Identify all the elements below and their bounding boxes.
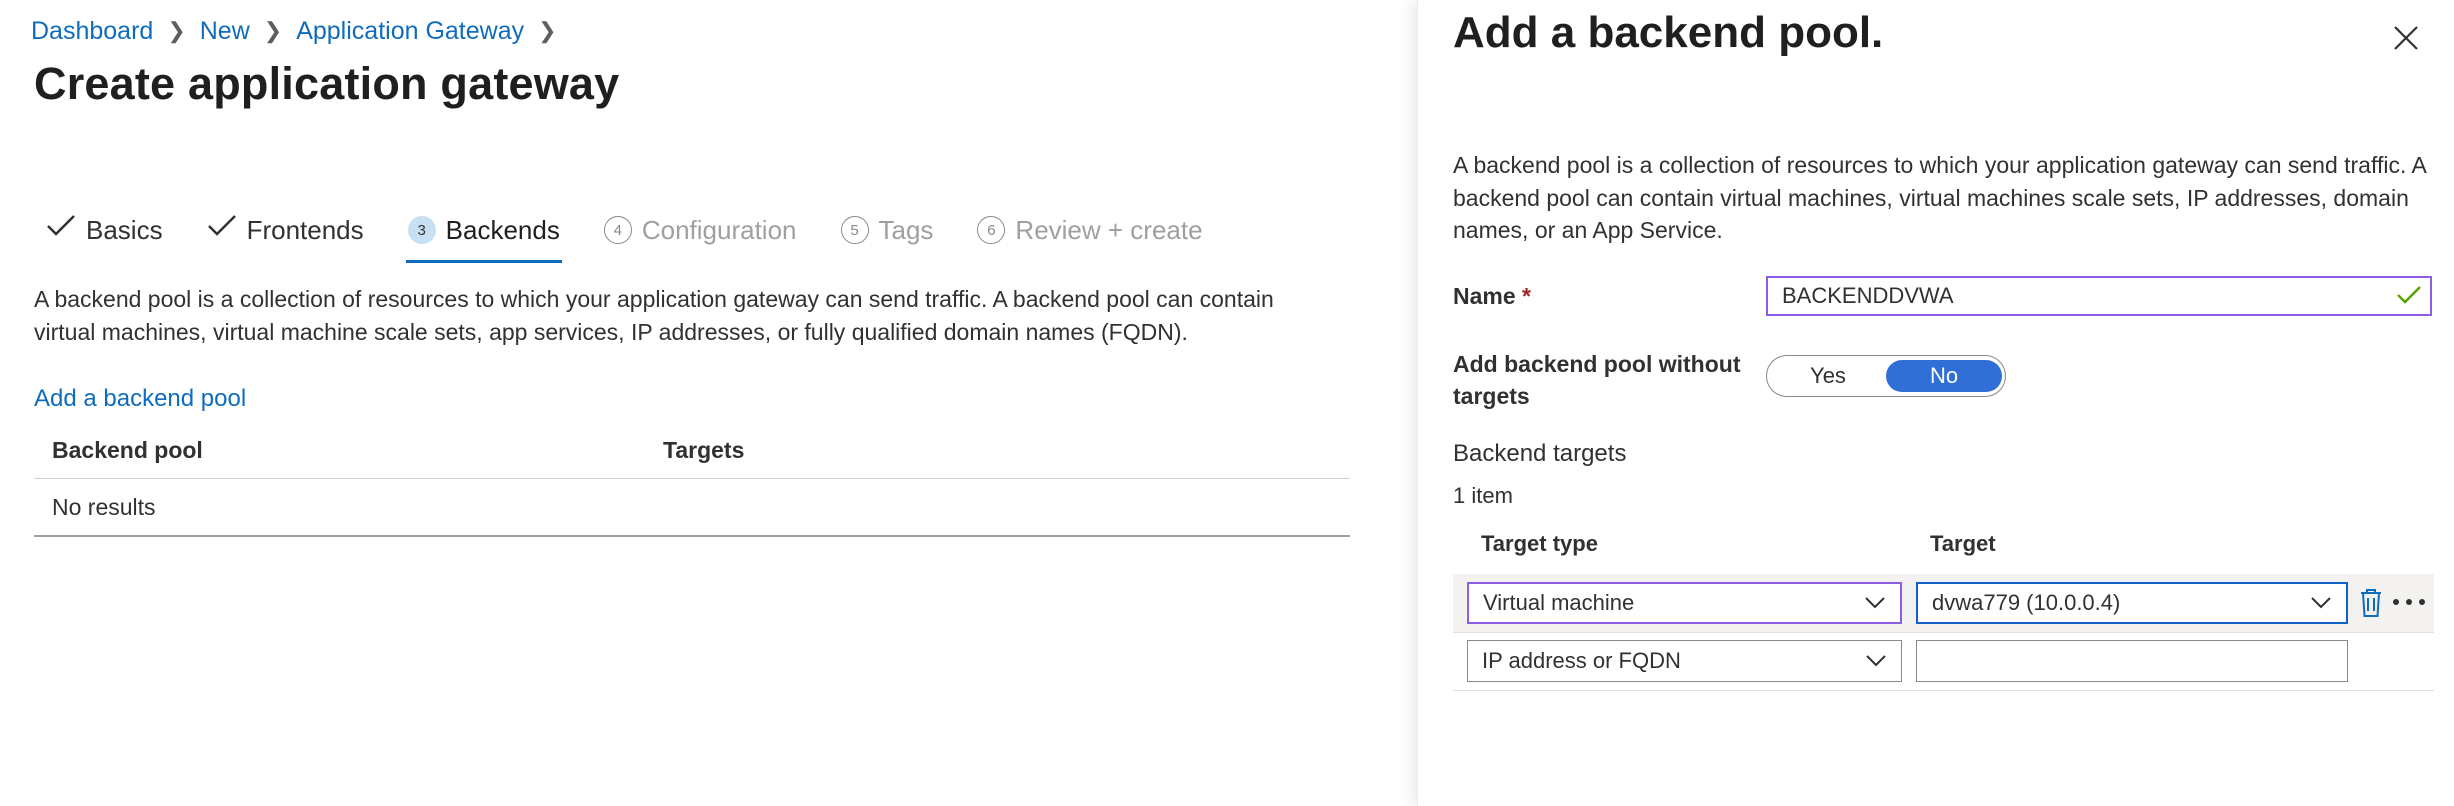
target-input[interactable] (1916, 640, 2348, 682)
breadcrumb-dashboard[interactable]: Dashboard (31, 17, 153, 46)
chevron-right-icon: ❯ (538, 18, 557, 43)
table-header: Backend pool Targets (34, 423, 1350, 479)
tab-label: Backends (445, 214, 560, 245)
page-title: Create application gateway (34, 58, 620, 109)
chevron-down-icon (2311, 597, 2331, 609)
chevron-right-icon: ❯ (263, 18, 283, 43)
tab-backends[interactable]: 3 Backends (405, 205, 563, 263)
more-options-button[interactable] (2392, 590, 2428, 614)
wizard-tabs: Basics Frontends 3 Backends 4 Configurat… (46, 205, 1247, 263)
breadcrumb-application-gateway[interactable]: Application Gateway (296, 17, 524, 46)
toggle-no[interactable]: No (1886, 360, 2002, 392)
checkmark-icon (2396, 284, 2422, 311)
target-type-value: IP address or FQDN (1482, 648, 1681, 673)
chevron-right-icon: ❯ (167, 18, 186, 43)
more-icon (2393, 599, 2425, 605)
tab-label: Basics (86, 214, 163, 245)
tab-label: Frontends (246, 214, 364, 245)
close-icon (2394, 26, 2418, 50)
backend-pool-table: Backend pool Targets No results (34, 423, 1350, 537)
panel-title: Add a backend pool. (1453, 8, 1884, 57)
add-backend-pool-link[interactable]: Add a backend pool (34, 385, 246, 413)
delete-row-button[interactable] (2359, 588, 2383, 623)
name-input[interactable] (1766, 276, 2432, 316)
column-backend-pool[interactable]: Backend pool (34, 437, 663, 464)
without-targets-label: Add backend pool without targets (1453, 351, 1741, 409)
backends-description: A backend pool is a collection of resour… (34, 286, 1274, 345)
target-type-value: Virtual machine (1483, 590, 1635, 615)
tab-configuration[interactable]: 4 Configuration (603, 205, 797, 255)
name-label-text: Name (1453, 283, 1516, 309)
tab-review-create[interactable]: 6 Review + create (977, 205, 1203, 255)
tab-label: Review + create (1015, 214, 1203, 245)
target-select[interactable]: dvwa779 (10.0.0.4) (1916, 582, 2348, 624)
column-targets[interactable]: Targets (663, 437, 744, 464)
empty-row: No results (34, 479, 1350, 537)
breadcrumb-new[interactable]: New (200, 17, 250, 46)
column-target: Target (1930, 531, 1996, 556)
row-divider (1453, 632, 2434, 633)
no-results-text: No results (52, 493, 156, 520)
tab-frontends[interactable]: Frontends (207, 205, 364, 255)
target-type-select[interactable]: IP address or FQDN (1467, 640, 1902, 682)
without-targets-toggle[interactable]: Yes No (1766, 355, 2006, 397)
target-value: dvwa779 (10.0.0.4) (1932, 590, 2121, 615)
panel-description: A backend pool is a collection of resour… (1453, 152, 2426, 243)
breadcrumb: Dashboard ❯ New ❯ Application Gateway ❯ (31, 14, 571, 48)
step-number: 4 (603, 216, 632, 244)
required-indicator: * (1522, 283, 1531, 309)
checkmark-icon (207, 213, 237, 247)
tab-basics[interactable]: Basics (46, 205, 163, 255)
step-number: 5 (840, 216, 869, 244)
row-divider (1453, 690, 2434, 691)
toggle-yes[interactable]: Yes (1770, 360, 1886, 392)
chevron-down-icon (1866, 655, 1886, 667)
tab-tags[interactable]: 5 Tags (840, 205, 934, 255)
trash-icon (2361, 589, 2381, 617)
checkmark-icon (46, 213, 76, 247)
item-count: 1 item (1453, 483, 1513, 508)
chevron-down-icon (1865, 597, 1885, 609)
name-label: Name * (1453, 283, 1531, 310)
close-button[interactable] (2386, 18, 2426, 58)
tab-label: Tags (878, 214, 934, 245)
tab-label: Configuration (641, 214, 797, 245)
step-number: 3 (407, 216, 436, 244)
column-target-type: Target type (1481, 531, 1598, 556)
backend-targets-heading: Backend targets (1453, 440, 1627, 467)
target-type-select[interactable]: Virtual machine (1467, 582, 1902, 624)
step-number: 6 (977, 216, 1006, 244)
